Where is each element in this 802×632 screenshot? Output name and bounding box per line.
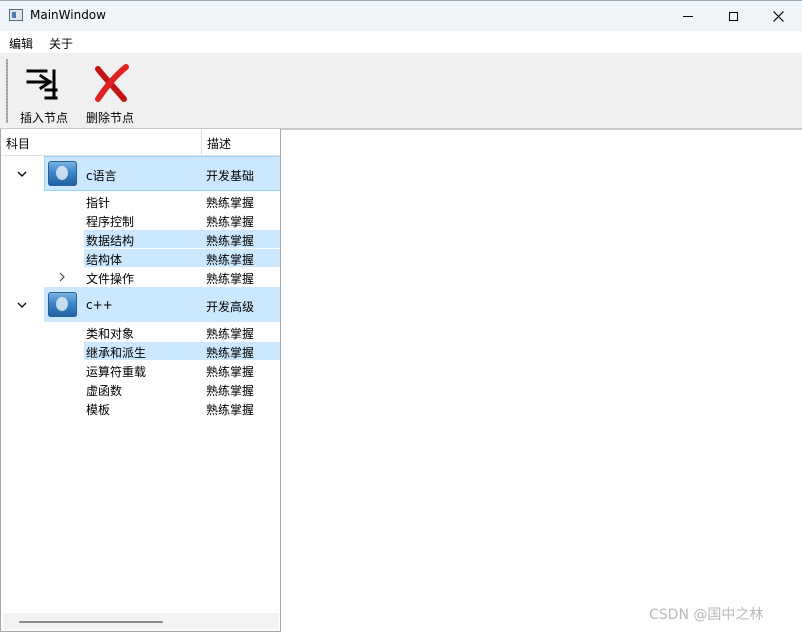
- insert-node-button[interactable]: 插入节点: [16, 61, 72, 125]
- tree-row[interactable]: 虚函数 熟练掌握: [1, 380, 280, 399]
- maximize-icon: [728, 11, 738, 21]
- tree-row[interactable]: 结构体 熟练掌握: [1, 249, 280, 268]
- minimize-icon: [683, 15, 693, 17]
- tree-row[interactable]: 继承和派生 熟练掌握: [1, 342, 280, 361]
- subject-name: 继承和派生: [86, 346, 147, 360]
- horizontal-scrollbar[interactable]: [3, 613, 279, 630]
- delete-node-label: 删除节点: [85, 111, 134, 125]
- tree-row[interactable]: 文件操作 熟练掌握: [1, 268, 280, 287]
- insert-node-label: 插入节点: [19, 111, 68, 125]
- subject-name: 运算符重载: [86, 365, 147, 379]
- tree-row[interactable]: 运算符重载 熟练掌握: [1, 361, 280, 380]
- subject-description: 熟练掌握: [206, 403, 255, 417]
- subject-name: 文件操作: [86, 272, 135, 286]
- folder-image-icon: [48, 292, 77, 317]
- subject-description: 熟练掌握: [206, 234, 255, 248]
- app-window-icon: [9, 9, 23, 21]
- subject-name: 指针: [86, 196, 111, 210]
- category-name: c语言: [86, 169, 117, 183]
- maximize-button[interactable]: [710, 1, 756, 31]
- chevron-down-icon[interactable]: [17, 300, 27, 310]
- toolbar-grip[interactable]: [6, 59, 8, 123]
- tree-row[interactable]: 指针 熟练掌握: [1, 192, 280, 211]
- content-area: [281, 129, 802, 632]
- header-subject[interactable]: 科目: [6, 135, 30, 152]
- tree-row[interactable]: 数据结构 熟练掌握: [1, 230, 280, 249]
- subject-description: 熟练掌握: [206, 196, 255, 210]
- delete-node-button[interactable]: 删除节点: [82, 61, 138, 125]
- subject-description: 熟练掌握: [206, 327, 255, 341]
- category-name: c++: [86, 298, 113, 312]
- subject-name: 结构体: [86, 253, 123, 267]
- tree-row[interactable]: 模板 熟练掌握: [1, 399, 280, 418]
- subject-description: 熟练掌握: [206, 365, 255, 379]
- menu-bar: 编辑 关于: [0, 31, 802, 53]
- minimize-button[interactable]: [665, 1, 711, 31]
- menu-about[interactable]: 关于: [49, 35, 73, 52]
- indent-arrow-icon: [26, 69, 58, 100]
- chevron-down-icon[interactable]: [17, 169, 27, 179]
- subject-description: 熟练掌握: [206, 253, 255, 267]
- subject-description: 熟练掌握: [206, 384, 255, 398]
- folder-image-icon: [48, 161, 77, 186]
- subject-name: 模板: [86, 403, 111, 417]
- tree-parent-row[interactable]: c语言 开发基础: [1, 156, 280, 192]
- header-description[interactable]: 描述: [207, 135, 231, 152]
- header-divider[interactable]: [201, 129, 202, 155]
- subject-name: 类和对象: [86, 327, 135, 341]
- subject-description: 熟练掌握: [206, 346, 255, 360]
- subject-description: 熟练掌握: [206, 215, 255, 229]
- toolbar: 插入节点 删除节点: [0, 53, 802, 129]
- close-icon: [772, 10, 784, 22]
- window-title: MainWindow: [30, 8, 106, 22]
- title-bar[interactable]: MainWindow: [0, 0, 802, 31]
- watermark-text: CSDN @国中之林: [649, 607, 764, 623]
- tree-parent-row[interactable]: c++ 开发高级: [1, 287, 280, 323]
- chevron-right-icon[interactable]: [58, 272, 66, 282]
- tree-header: 科目 描述: [1, 129, 280, 156]
- category-description: 开发基础: [206, 169, 255, 183]
- menu-edit[interactable]: 编辑: [9, 35, 33, 52]
- scrollbar-thumb[interactable]: [19, 621, 163, 623]
- category-description: 开发高级: [206, 300, 255, 314]
- tree-row[interactable]: 类和对象 熟练掌握: [1, 323, 280, 342]
- subject-tree[interactable]: 科目 描述 c语言 开发基础 指针 熟练掌握 程序控制 熟练掌握 数据结构 熟练…: [0, 129, 281, 632]
- subject-name: 程序控制: [86, 215, 135, 229]
- close-button[interactable]: [755, 1, 801, 31]
- subject-description: 熟练掌握: [206, 272, 255, 286]
- subject-name: 虚函数: [86, 384, 123, 398]
- red-x-icon: [95, 64, 129, 102]
- tree-row[interactable]: 程序控制 熟练掌握: [1, 211, 280, 230]
- subject-name: 数据结构: [86, 234, 135, 248]
